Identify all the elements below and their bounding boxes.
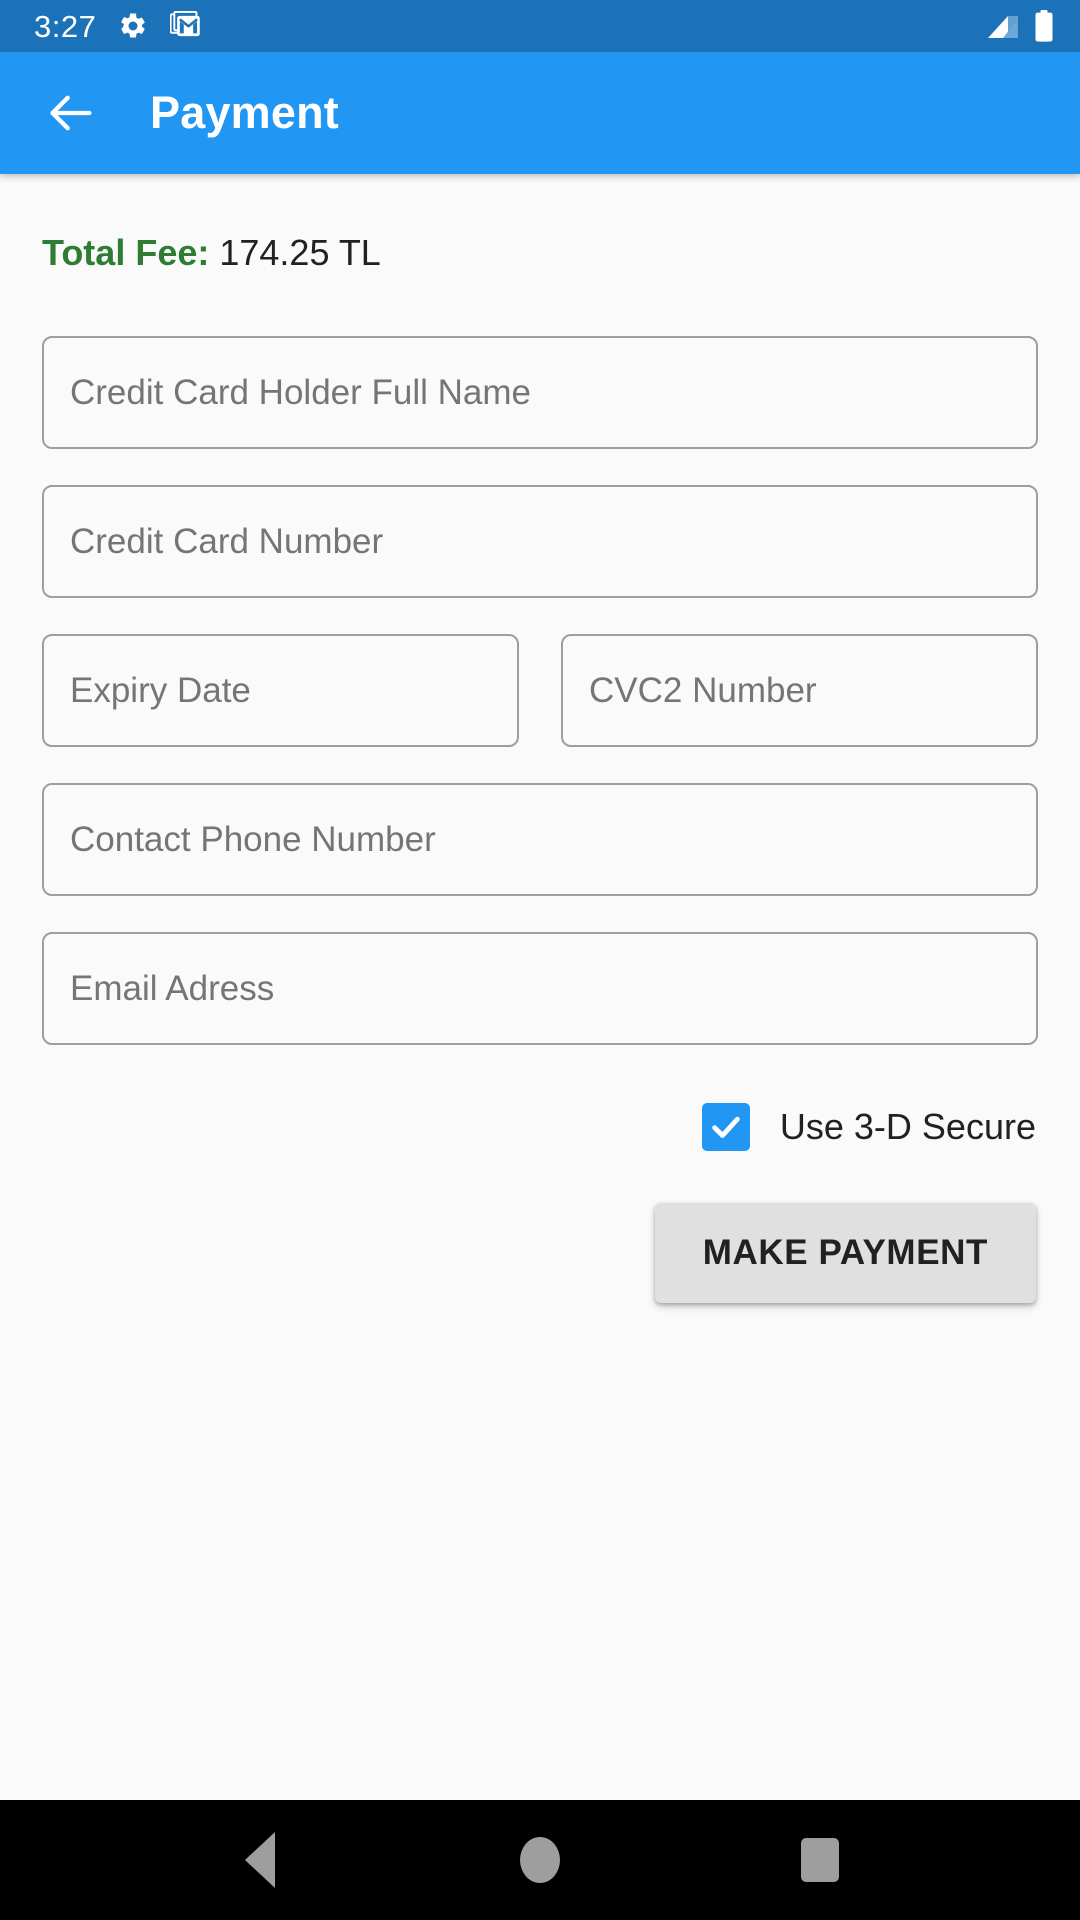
cvc2-number-placeholder: CVC2 Number: [589, 670, 817, 710]
status-time: 3:27: [34, 8, 97, 44]
signal-icon: [986, 11, 1020, 41]
expiry-date-placeholder: Expiry Date: [70, 670, 251, 710]
payment-form: Total Fee: 174.25 TL Credit Card Holder …: [0, 174, 1080, 1800]
three-d-secure-row[interactable]: Use 3-D Secure: [42, 1103, 1038, 1152]
page-title: Payment: [150, 87, 339, 138]
gmail-icon: [170, 11, 202, 41]
make-payment-button[interactable]: MAKE PAYMENT: [654, 1203, 1036, 1304]
cvc2-number-field[interactable]: CVC2 Number: [561, 634, 1038, 748]
expiry-date-field[interactable]: Expiry Date: [42, 634, 519, 748]
nav-back-button[interactable]: [205, 1805, 315, 1915]
gear-icon: [118, 11, 148, 41]
app-bar: Payment: [0, 52, 1080, 174]
total-fee-row: Total Fee: 174.25 TL: [42, 231, 1038, 274]
email-address-field[interactable]: Email Adress: [42, 932, 1038, 1046]
back-button[interactable]: [44, 85, 100, 141]
contact-phone-field[interactable]: Contact Phone Number: [42, 783, 1038, 897]
card-number-field[interactable]: Credit Card Number: [42, 485, 1038, 599]
card-holder-name-placeholder: Credit Card Holder Full Name: [70, 372, 531, 412]
status-bar-right: [986, 10, 1054, 42]
circle-home-icon: [520, 1837, 560, 1883]
card-number-placeholder: Credit Card Number: [70, 521, 384, 561]
android-nav-bar: [0, 1800, 1080, 1920]
status-bar: 3:27: [0, 0, 1080, 52]
card-holder-name-field[interactable]: Credit Card Holder Full Name: [42, 336, 1038, 450]
arrow-left-icon: [46, 87, 98, 139]
nav-home-button[interactable]: [485, 1805, 595, 1915]
submit-row: MAKE PAYMENT: [42, 1203, 1038, 1304]
triangle-back-icon: [245, 1832, 275, 1888]
three-d-secure-label: Use 3-D Secure: [779, 1106, 1036, 1148]
contact-phone-placeholder: Contact Phone Number: [70, 819, 436, 859]
square-recents-icon: [801, 1838, 839, 1882]
battery-icon: [1034, 10, 1054, 42]
total-fee-value: 174.25 TL: [219, 232, 381, 273]
total-fee-label: Total Fee:: [42, 232, 210, 273]
phone-screen: 3:27 Payment Total Fee: 174.25 TL Credit…: [0, 0, 1080, 1920]
check-icon: [709, 1110, 743, 1144]
expiry-cvc-row: Expiry Date CVC2 Number: [42, 634, 1038, 748]
email-address-placeholder: Email Adress: [70, 968, 275, 1008]
status-bar-left: 3:27: [34, 11, 202, 42]
nav-recents-button[interactable]: [765, 1805, 875, 1915]
three-d-secure-checkbox[interactable]: [701, 1103, 750, 1152]
